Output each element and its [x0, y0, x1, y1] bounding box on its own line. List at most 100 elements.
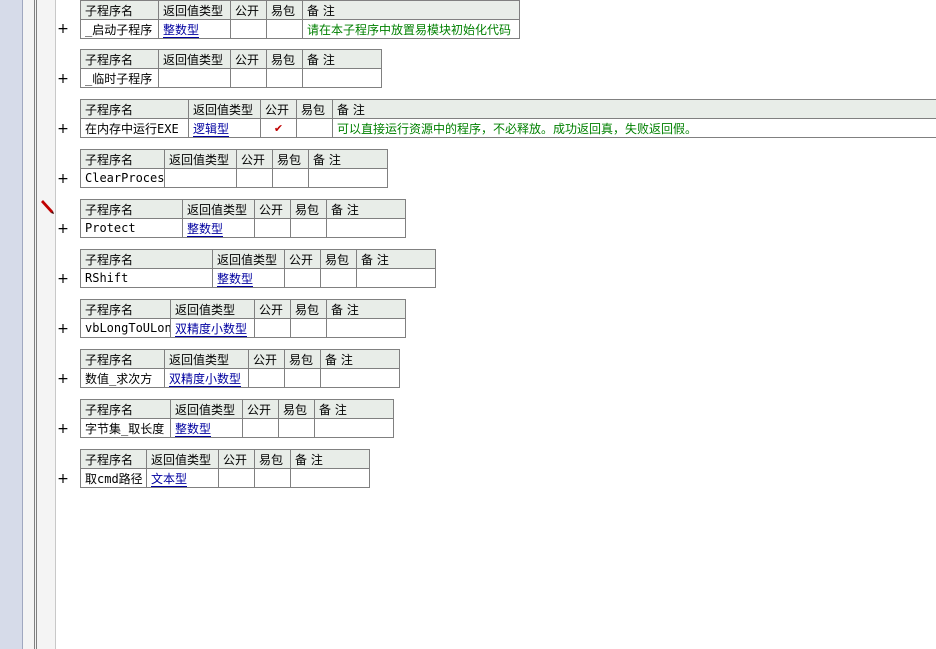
return-type-link[interactable]: 整数型	[187, 221, 224, 237]
easy-pack-cell[interactable]	[254, 468, 291, 488]
subroutine-table: 子程序名 返回值类型 公开 易包 备 注 数值_求次方 双精度小数型	[80, 349, 400, 388]
header-public: 公开	[254, 299, 291, 319]
expand-button[interactable]: +	[57, 122, 69, 136]
gutter-line	[36, 0, 37, 649]
public-cell[interactable]: ✔	[260, 118, 297, 138]
remark-cell[interactable]	[314, 418, 394, 438]
expand-button[interactable]: +	[57, 472, 69, 486]
easy-pack-cell[interactable]	[320, 268, 357, 288]
remark-cell[interactable]	[320, 368, 400, 388]
header-return-type: 返回值类型	[170, 399, 243, 419]
return-type-link[interactable]: 整数型	[163, 22, 200, 38]
subroutine-name-cell[interactable]: 取cmd路径	[80, 468, 147, 488]
subroutine-name-cell[interactable]: _临时子程序	[80, 68, 159, 88]
easy-pack-cell[interactable]	[290, 318, 327, 338]
header-name: 子程序名	[80, 449, 147, 469]
header-return-type: 返回值类型	[164, 349, 249, 369]
header-remark: 备 注	[290, 449, 370, 469]
public-cell[interactable]	[236, 168, 273, 188]
expand-button[interactable]: +	[57, 272, 69, 286]
return-type-cell[interactable]: 双精度小数型	[164, 368, 249, 388]
subroutine-name-cell[interactable]: RShift	[80, 268, 213, 288]
subroutine-name-cell[interactable]: 字节集_取长度	[80, 418, 171, 438]
subroutine-table: 子程序名 返回值类型 公开 易包 备 注 _启动子程序 整数型 请在本子程序中放…	[80, 0, 520, 39]
expand-button[interactable]: +	[57, 22, 69, 36]
easy-pack-cell[interactable]	[266, 68, 303, 88]
subroutine-name-cell[interactable]: ClearProcess	[80, 168, 165, 188]
subroutine-table: 子程序名 返回值类型 公开 易包 备 注 在内存中运行EXE 逻辑型 ✔ 可以直…	[80, 99, 936, 138]
remark-cell[interactable]	[302, 68, 382, 88]
public-cell[interactable]	[242, 418, 279, 438]
return-type-cell[interactable]: 文本型	[146, 468, 219, 488]
remark-cell[interactable]: 可以直接运行资源中的程序，不必释放。成功返回真，失败返回假。	[332, 118, 936, 138]
header-return-type: 返回值类型	[164, 149, 237, 169]
return-type-link[interactable]: 逻辑型	[193, 121, 230, 137]
header-public: 公开	[218, 449, 255, 469]
breakpoint-gutter[interactable]	[23, 0, 56, 649]
expand-button[interactable]: +	[57, 222, 69, 236]
return-type-link[interactable]: 整数型	[217, 271, 254, 287]
return-type-cell[interactable]: 双精度小数型	[170, 318, 255, 338]
subroutine-name-cell[interactable]: 数值_求次方	[80, 368, 165, 388]
header-return-type: 返回值类型	[158, 0, 231, 20]
expand-button[interactable]: +	[57, 422, 69, 436]
easy-pack-cell[interactable]	[296, 118, 333, 138]
header-easy-pack: 易包	[290, 299, 327, 319]
public-cell[interactable]	[254, 218, 291, 238]
easy-pack-cell[interactable]	[266, 19, 303, 39]
return-type-link[interactable]: 整数型	[175, 421, 212, 437]
header-name: 子程序名	[80, 299, 171, 319]
header-name: 子程序名	[80, 0, 159, 20]
return-type-cell[interactable]	[158, 68, 231, 88]
return-type-link[interactable]: 双精度小数型	[175, 321, 248, 337]
header-name: 子程序名	[80, 199, 183, 219]
header-easy-pack: 易包	[266, 49, 303, 69]
expand-button[interactable]: +	[57, 172, 69, 186]
public-check-icon: ✔	[273, 122, 284, 135]
header-return-type: 返回值类型	[158, 49, 231, 69]
easy-pack-cell[interactable]	[284, 368, 321, 388]
subroutine-name-cell[interactable]: _启动子程序	[80, 19, 159, 39]
gutter-line	[34, 0, 35, 649]
expand-button[interactable]: +	[57, 372, 69, 386]
header-easy-pack: 易包	[272, 149, 309, 169]
subroutine-table: 子程序名 返回值类型 公开 易包 备 注 字节集_取长度 整数型	[80, 399, 394, 438]
header-remark: 备 注	[314, 399, 394, 419]
easy-pack-cell[interactable]	[290, 218, 327, 238]
public-cell[interactable]	[248, 368, 285, 388]
public-cell[interactable]	[218, 468, 255, 488]
header-remark: 备 注	[326, 299, 406, 319]
easy-pack-cell[interactable]	[278, 418, 315, 438]
header-easy-pack: 易包	[278, 399, 315, 419]
remark-cell[interactable]	[326, 218, 406, 238]
easy-pack-cell[interactable]	[272, 168, 309, 188]
header-remark: 备 注	[332, 99, 936, 119]
return-type-cell[interactable]: 整数型	[212, 268, 285, 288]
return-type-cell[interactable]	[164, 168, 237, 188]
public-cell[interactable]	[254, 318, 291, 338]
expand-button[interactable]: +	[57, 322, 69, 336]
header-public: 公开	[254, 199, 291, 219]
return-type-cell[interactable]: 逻辑型	[188, 118, 261, 138]
subroutine-name-cell[interactable]: vbLongToULong	[80, 318, 171, 338]
remark-cell[interactable]	[290, 468, 370, 488]
header-return-type: 返回值类型	[188, 99, 261, 119]
remark-cell[interactable]	[326, 318, 406, 338]
subroutine-name-cell[interactable]: Protect	[80, 218, 183, 238]
return-type-cell[interactable]: 整数型	[182, 218, 255, 238]
pencil-edit-icon	[41, 200, 54, 214]
public-cell[interactable]	[230, 68, 267, 88]
return-type-link[interactable]: 文本型	[151, 471, 188, 487]
remark-cell[interactable]	[356, 268, 436, 288]
public-cell[interactable]	[230, 19, 267, 39]
remark-cell[interactable]: 请在本子程序中放置易模块初始化代码	[302, 19, 520, 39]
return-type-link[interactable]: 双精度小数型	[169, 371, 242, 387]
header-remark: 备 注	[326, 199, 406, 219]
public-cell[interactable]	[284, 268, 321, 288]
remark-cell[interactable]	[308, 168, 388, 188]
subroutine-name-cell[interactable]: 在内存中运行EXE	[80, 118, 189, 138]
expand-button[interactable]: +	[57, 72, 69, 86]
return-type-cell[interactable]: 整数型	[158, 19, 231, 39]
return-type-cell[interactable]: 整数型	[170, 418, 243, 438]
header-public: 公开	[260, 99, 297, 119]
